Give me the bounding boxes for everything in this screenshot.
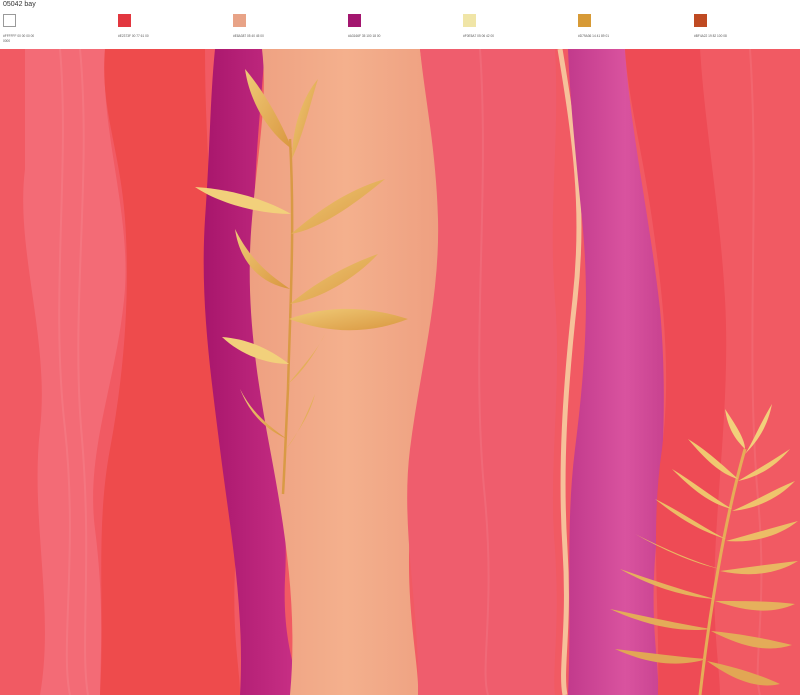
palette-header: 05042 bay #FFFFFF 00 00 00 00 0000 #E2373F… [0, 0, 800, 50]
swatch-label: #E2373F 00 77 61 00 [118, 34, 149, 38]
design-title: 05042 bay [3, 1, 36, 8]
color-swatch [118, 14, 131, 27]
swatch-label: #FFFFFF 00 00 00 00 [3, 34, 35, 38]
color-swatch [348, 14, 361, 27]
swatch-label: #BF4A22 19 82 100 08 [694, 34, 727, 38]
swatch-label: #D79A36 14 41 89 01 [578, 34, 610, 38]
swatch-label: #F0E5A7 05 06 42 00 [463, 34, 495, 38]
swatch-label: #E8A387 05 40 45 00 [233, 34, 264, 38]
color-swatch [578, 14, 591, 27]
color-swatch [463, 14, 476, 27]
swatch-label: #A3166F 35 100 18 00 [348, 34, 381, 38]
color-swatch [3, 14, 16, 27]
color-swatch [233, 14, 246, 27]
color-swatch [694, 14, 707, 27]
swatch-sublabel: 0000 [3, 39, 11, 43]
artwork-canvas [0, 49, 800, 695]
